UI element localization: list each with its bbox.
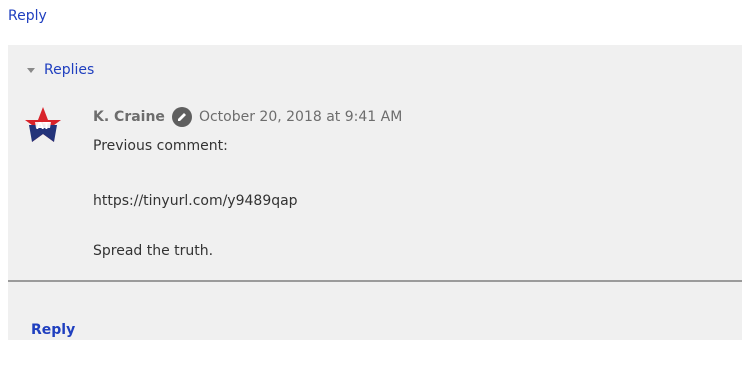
comment-author[interactable]: K. Craine <box>93 109 165 125</box>
replies-toggle[interactable]: Replies <box>27 62 94 78</box>
reply-link-top[interactable]: Reply <box>8 8 47 24</box>
replies-label[interactable]: Replies <box>44 62 94 78</box>
reply-link-bottom[interactable]: Reply <box>31 322 75 338</box>
replies-thread: Replies AT K. Craine October 20, 2018 at… <box>8 45 742 340</box>
avatar-text: AT <box>36 121 50 132</box>
comment-header: K. Craine October 20, 2018 at 9:41 AM <box>93 107 402 127</box>
thread-divider <box>8 280 742 282</box>
pencil-icon[interactable] <box>171 107 192 127</box>
caret-down-icon[interactable] <box>27 67 35 73</box>
comment-line-1: Previous comment: <box>93 138 228 154</box>
avatar[interactable]: AT <box>23 105 63 145</box>
comment-line-3: Spread the truth. <box>93 243 214 259</box>
comment-line-2: https://tinyurl.com/y9489qap <box>93 193 298 209</box>
comment-timestamp[interactable]: October 20, 2018 at 9:41 AM <box>199 109 402 125</box>
